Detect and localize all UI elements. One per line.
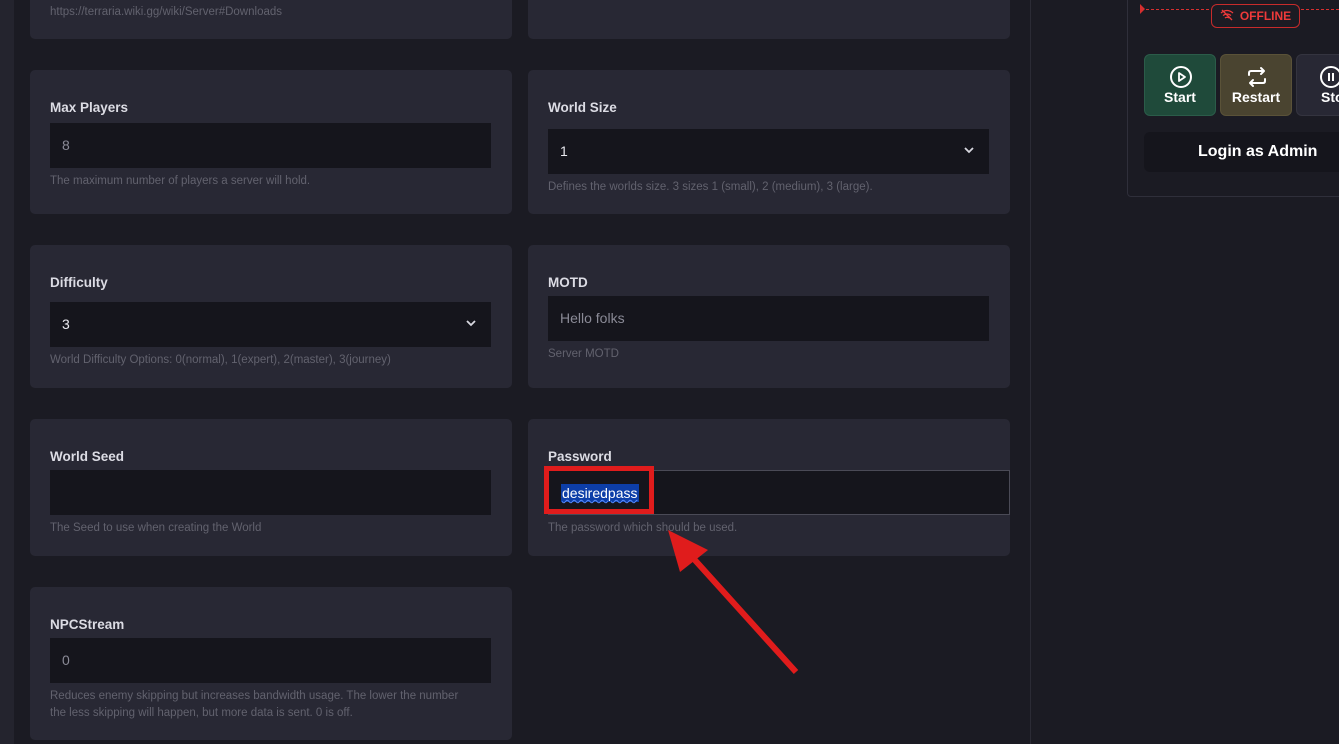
- world-seed-input[interactable]: [50, 470, 491, 515]
- world-seed-card: World Seed The Seed to use when creating…: [30, 419, 512, 556]
- world-size-card: World Size 1 Defines the worlds size. 3 …: [528, 70, 1010, 214]
- max-players-card: Max Players 8 The maximum number of play…: [30, 70, 512, 214]
- annotation-highlight-box: [544, 466, 654, 514]
- status-badge: OFFLINE: [1211, 4, 1300, 28]
- stop-button[interactable]: Sto: [1296, 54, 1339, 116]
- difficulty-select[interactable]: 3: [50, 302, 491, 347]
- play-icon: [1170, 66, 1192, 88]
- chevron-down-icon: [963, 129, 975, 174]
- status-marker: [1140, 4, 1145, 14]
- login-admin-button[interactable]: Login as Admin: [1144, 132, 1339, 172]
- restart-button[interactable]: Restart: [1220, 54, 1292, 116]
- difficulty-value: 3: [62, 316, 70, 332]
- npcstream-help-line1: Reduces enemy skipping but increases ban…: [50, 690, 459, 702]
- npcstream-input[interactable]: 0: [50, 638, 491, 683]
- difficulty-help: World Difficulty Options: 0(normal), 1(e…: [50, 354, 391, 366]
- max-players-input[interactable]: 8: [50, 123, 491, 168]
- world-size-label: World Size: [548, 100, 617, 115]
- restart-label: Restart: [1231, 89, 1281, 105]
- motd-help: Server MOTD: [548, 348, 619, 360]
- motd-input[interactable]: Hello folks: [548, 296, 989, 341]
- difficulty-label: Difficulty: [50, 275, 108, 290]
- world-size-value: 1: [560, 143, 568, 159]
- chevron-down-icon: [465, 302, 477, 347]
- npcstream-help-line2: the less skipping will happen, but more …: [50, 707, 353, 719]
- wifi-off-icon: [1220, 9, 1234, 24]
- downloads-help: https://terraria.wiki.gg/wiki/Server#Dow…: [50, 6, 283, 18]
- stop-label: Sto: [1321, 89, 1339, 105]
- start-label: Start: [1164, 89, 1196, 105]
- difficulty-card: Difficulty 3 World Difficulty Options: 0…: [30, 245, 512, 388]
- downloads-card: https://terraria.wiki.gg/wiki/Server#Dow…: [30, 0, 512, 39]
- status-text: OFFLINE: [1239, 9, 1292, 23]
- pause-icon: [1320, 66, 1339, 88]
- world-size-select[interactable]: 1: [548, 129, 989, 174]
- password-label: Password: [548, 449, 612, 464]
- max-players-label: Max Players: [50, 100, 129, 115]
- annotation-arrow-icon: [668, 530, 799, 675]
- motd-label: MOTD: [548, 275, 588, 290]
- repeat-icon: [1248, 67, 1266, 87]
- npcstream-label: NPCStream: [50, 617, 125, 632]
- world-size-help: Defines the worlds size. 3 sizes 1 (smal…: [548, 181, 873, 193]
- world-seed-label: World Seed: [50, 449, 125, 464]
- max-players-help: The maximum number of players a server w…: [50, 175, 311, 187]
- left-sidebar-edge: [0, 0, 14, 744]
- motd-card: MOTD Hello folks Server MOTD: [528, 245, 1010, 388]
- npcstream-card: NPCStream 0 Reduces enemy skipping but i…: [30, 587, 512, 740]
- top-right-card: [528, 0, 1010, 39]
- start-button[interactable]: Start: [1144, 54, 1216, 116]
- column-divider: [1030, 0, 1031, 744]
- world-seed-help: The Seed to use when creating the World: [50, 522, 262, 534]
